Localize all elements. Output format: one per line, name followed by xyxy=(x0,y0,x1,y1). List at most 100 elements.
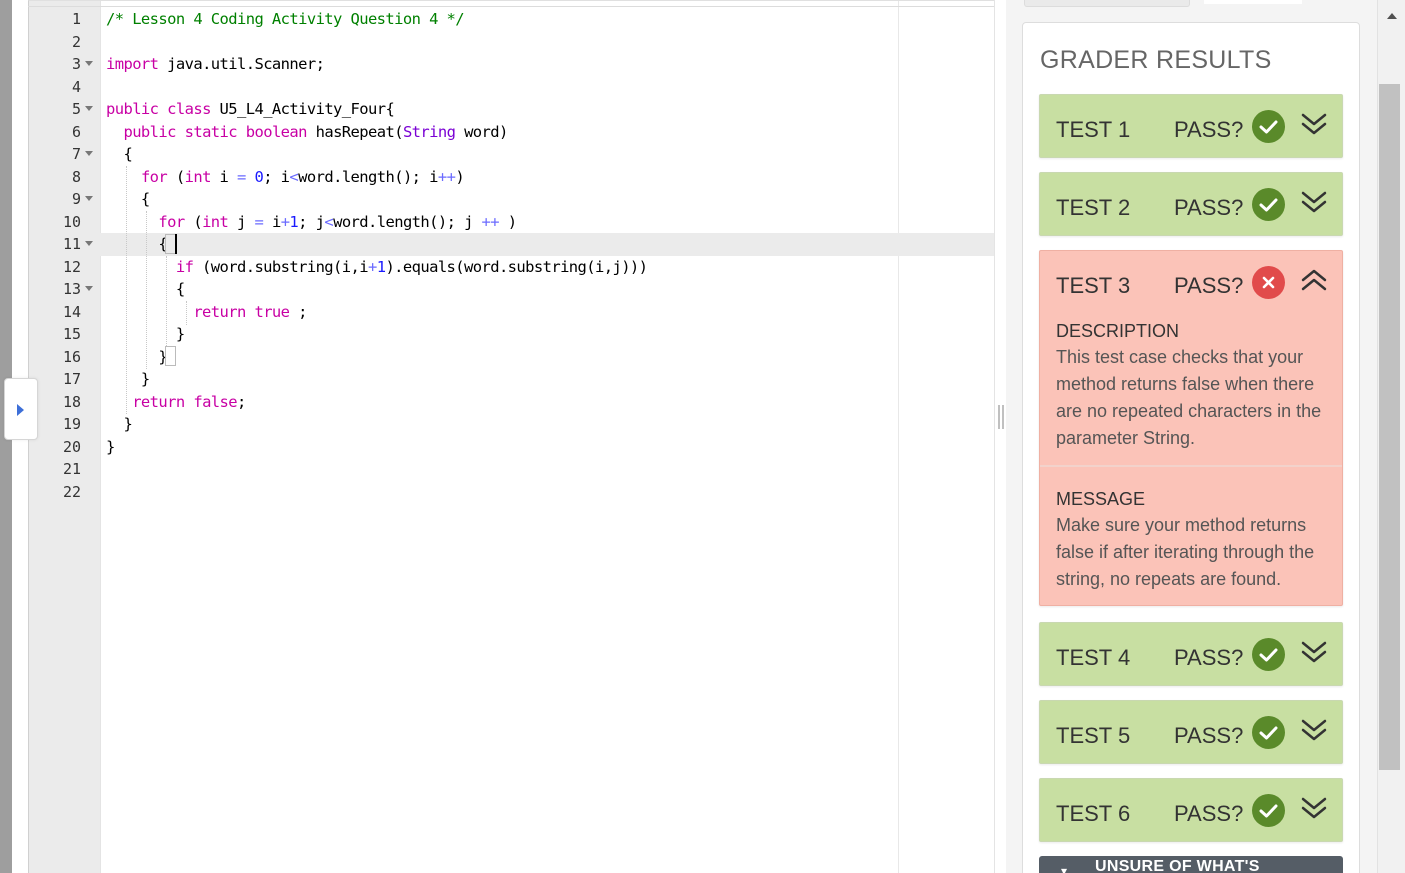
line-number: 20 xyxy=(62,437,81,456)
line-number: 6 xyxy=(71,122,81,141)
test-card-3[interactable]: TEST 3 PASS? DESCRIPTION This test case … xyxy=(1039,250,1343,606)
message-label: MESSAGE xyxy=(1056,489,1146,509)
line-number: 4 xyxy=(71,77,81,96)
double-chevron-down-icon[interactable] xyxy=(1299,715,1329,745)
fold-arrow-icon[interactable] xyxy=(85,106,93,111)
line-number: 21 xyxy=(62,460,81,478)
code-line-row[interactable]: 20} xyxy=(29,436,995,459)
line-number: 2 xyxy=(71,32,81,51)
code-line-row[interactable]: 2 xyxy=(29,31,995,54)
x-circle-icon xyxy=(1252,266,1285,299)
line-number: 7 xyxy=(71,145,81,163)
line-number: 11 xyxy=(62,235,81,253)
code-line-row[interactable]: 9 { xyxy=(29,188,995,211)
message-text: Make sure your method returns false if a… xyxy=(1056,515,1315,589)
code-line-row[interactable]: 4 xyxy=(29,76,995,99)
help-button-label: UNSURE OF WHAT'S xyxy=(1095,858,1260,873)
scrollbar[interactable] xyxy=(1377,0,1405,873)
double-chevron-down-icon[interactable] xyxy=(1299,637,1329,667)
test-card-2[interactable]: TEST 2 PASS? xyxy=(1039,172,1343,236)
code-text: if (word.substring(i,i+1).equals(word.su… xyxy=(175,257,648,276)
line-number: 13 xyxy=(62,280,81,298)
matching-bracket-close xyxy=(165,346,176,366)
panel-tab[interactable] xyxy=(1024,0,1190,7)
pass-label: PASS? xyxy=(1174,723,1244,748)
pass-label: PASS? xyxy=(1174,273,1244,298)
chevron-down-icon: ▾ xyxy=(1061,864,1068,873)
description-text: This test case checks that your method r… xyxy=(1056,347,1322,448)
test-card-1[interactable]: TEST 1 PASS? xyxy=(1039,94,1343,158)
code-text: } xyxy=(106,347,168,366)
caret-right-icon xyxy=(17,404,24,416)
double-chevron-up-icon[interactable] xyxy=(1299,265,1329,295)
section-divider xyxy=(1040,465,1342,467)
test-name: TEST 4 xyxy=(1056,645,1131,670)
line-number: 9 xyxy=(71,190,81,208)
pass-label: PASS? xyxy=(1174,801,1244,826)
code-line-row[interactable]: 17 } xyxy=(29,368,995,391)
code-text: } xyxy=(106,415,133,433)
code-text: { xyxy=(106,145,133,163)
check-circle-icon xyxy=(1252,110,1285,143)
pass-label: PASS? xyxy=(1174,645,1244,670)
code-line-row[interactable]: 18 return false; xyxy=(29,391,995,414)
description-label: DESCRIPTION xyxy=(1056,321,1180,341)
code-line-row[interactable]: 15 } xyxy=(29,323,995,346)
code-line-row[interactable]: 1 /* Lesson 4 Coding Activity Question 4 … xyxy=(29,8,995,31)
code-line-row[interactable]: 3 import java.util.Scanner; xyxy=(29,53,995,76)
fold-arrow-icon[interactable] xyxy=(85,286,93,291)
code-text: } xyxy=(106,370,150,388)
line-number: 16 xyxy=(62,347,81,366)
grader-title: GRADER RESULTS xyxy=(1040,46,1272,74)
scroll-up-arrow-icon[interactable] xyxy=(1387,13,1397,19)
fold-arrow-icon[interactable] xyxy=(85,196,93,201)
fold-arrow-icon[interactable] xyxy=(85,151,93,156)
code-text: { xyxy=(106,190,150,208)
fold-arrow-icon[interactable] xyxy=(85,61,93,66)
fold-arrow-icon[interactable] xyxy=(85,241,93,246)
scrollbar-thumb[interactable] xyxy=(1379,84,1400,770)
code-line-row[interactable]: 13 { xyxy=(29,278,995,301)
code-line-row[interactable]: 12 if (word.substring(i,i+1).equals(word… xyxy=(29,256,995,279)
code-line-row[interactable]: 6 public static boolean hasRepeat(String… xyxy=(29,121,995,144)
code-line-row[interactable]: 14 return true ; xyxy=(29,301,995,324)
line-number: 15 xyxy=(62,325,81,343)
code-text: return true ; xyxy=(193,302,307,321)
help-button[interactable]: ▾ UNSURE OF WHAT'S xyxy=(1039,856,1343,873)
double-chevron-down-icon[interactable] xyxy=(1299,187,1329,217)
code-editor[interactable]: 1 /* Lesson 4 Coding Activity Question 4 … xyxy=(28,0,995,873)
line-number: 1 xyxy=(71,10,81,28)
line-number: 14 xyxy=(62,302,81,321)
line-number: 22 xyxy=(62,482,81,501)
pane-splitter[interactable] xyxy=(994,0,1006,873)
panel-toggle-button[interactable] xyxy=(4,378,38,440)
code-text: { xyxy=(106,235,168,253)
code-line-row[interactable]: 21 xyxy=(29,458,995,481)
line-number: 12 xyxy=(62,257,81,276)
test-card-4[interactable]: TEST 4 PASS? xyxy=(1039,622,1343,686)
panel-tab-active[interactable] xyxy=(1204,0,1302,4)
code-line-row[interactable]: 7 { xyxy=(29,143,995,166)
pass-label: PASS? xyxy=(1174,117,1244,142)
line-number: 3 xyxy=(71,55,81,73)
test-card-5[interactable]: TEST 5 PASS? xyxy=(1039,700,1343,764)
code-text: for (int j = i+1; j<word.length(); j ++ … xyxy=(158,212,517,231)
splitter-grip-icon[interactable] xyxy=(998,405,1004,429)
code-line-row[interactable]: 8 for (int i = 0; i<word.length(); i++) xyxy=(29,166,995,189)
code-line-row[interactable]: 5 public class U5_L4_Activity_Four{ xyxy=(29,98,995,121)
text-cursor xyxy=(175,234,177,254)
code-text: import java.util.Scanner; xyxy=(106,55,325,73)
test-card-6[interactable]: TEST 6 PASS? xyxy=(1039,778,1343,842)
code-line-row[interactable]: 19 } xyxy=(29,413,995,436)
code-line-row[interactable]: 22 xyxy=(29,481,995,504)
code-text: /* Lesson 4 Coding Activity Question 4 *… xyxy=(106,10,465,28)
double-chevron-down-icon[interactable] xyxy=(1299,793,1329,823)
test-name: TEST 5 xyxy=(1056,723,1131,748)
check-circle-icon xyxy=(1252,794,1285,827)
test-name: TEST 2 xyxy=(1056,195,1131,220)
check-circle-icon xyxy=(1252,716,1285,749)
code-text: for (int i = 0; i<word.length(); i++) xyxy=(140,167,465,186)
code-line-row[interactable]: 10 for (int j = i+1; j<word.length(); j … xyxy=(29,211,995,234)
pass-label: PASS? xyxy=(1174,195,1244,220)
double-chevron-down-icon[interactable] xyxy=(1299,109,1329,139)
